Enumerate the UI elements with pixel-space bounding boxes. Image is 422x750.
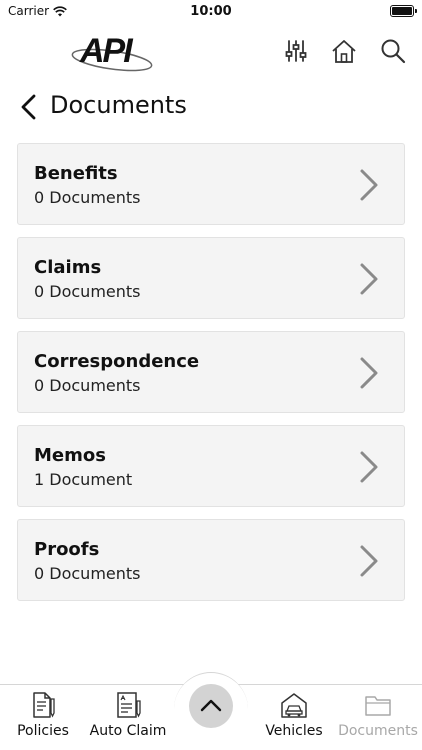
category-count: 0 Documents: [34, 376, 141, 395]
policy-document-icon: [33, 692, 55, 718]
tab-label: Documents: [338, 723, 418, 739]
chevron-right-icon: [360, 545, 378, 577]
document-category-correspondence[interactable]: Correspondence 0 Documents: [17, 331, 405, 413]
document-category-list: Benefits 0 Documents Claims 0 Documents …: [17, 143, 405, 613]
document-category-benefits[interactable]: Benefits 0 Documents: [17, 143, 405, 225]
category-name: Proofs: [34, 539, 100, 560]
expand-menu-button[interactable]: [189, 684, 233, 728]
back-chevron-icon[interactable]: [18, 94, 40, 120]
document-category-proofs[interactable]: Proofs 0 Documents: [17, 519, 405, 601]
filter-icon[interactable]: [283, 38, 309, 64]
tab-policies[interactable]: Policies: [6, 685, 80, 750]
folder-icon: [365, 696, 391, 716]
app-header: API: [0, 24, 422, 80]
tab-auto-claim[interactable]: Auto Claim: [88, 685, 168, 750]
chevron-up-icon: [200, 699, 222, 712]
status-bar: Carrier 10:00: [0, 0, 422, 24]
status-time: 10:00: [190, 4, 232, 19]
chevron-right-icon: [360, 357, 378, 389]
document-category-claims[interactable]: Claims 0 Documents: [17, 237, 405, 319]
chevron-right-icon: [360, 263, 378, 295]
search-icon[interactable]: [380, 38, 406, 64]
logo-text: API: [80, 32, 133, 70]
tab-label: Policies: [17, 723, 69, 739]
tab-documents[interactable]: Documents: [336, 685, 420, 750]
tab-label: Vehicles: [265, 723, 323, 739]
garage-car-icon: [281, 693, 307, 718]
category-count: 1 Document: [34, 470, 133, 489]
title-row: Documents: [0, 88, 422, 126]
chevron-right-icon: [360, 169, 378, 201]
category-name: Memos: [34, 445, 106, 466]
tab-label: Auto Claim: [89, 723, 167, 739]
claim-form-icon: [117, 692, 141, 718]
battery-icon: [390, 5, 417, 17]
category-count: 0 Documents: [34, 282, 141, 301]
home-icon[interactable]: [331, 38, 357, 64]
category-name: Benefits: [34, 163, 118, 184]
chevron-right-icon: [360, 451, 378, 483]
category-name: Correspondence: [34, 351, 200, 372]
category-count: 0 Documents: [34, 188, 141, 207]
category-name: Claims: [34, 257, 102, 278]
category-count: 0 Documents: [34, 564, 141, 583]
page-title: Documents: [50, 91, 187, 119]
tab-vehicles[interactable]: Vehicles: [258, 685, 330, 750]
api-logo: API: [70, 30, 154, 76]
document-category-memos[interactable]: Memos 1 Document: [17, 425, 405, 507]
